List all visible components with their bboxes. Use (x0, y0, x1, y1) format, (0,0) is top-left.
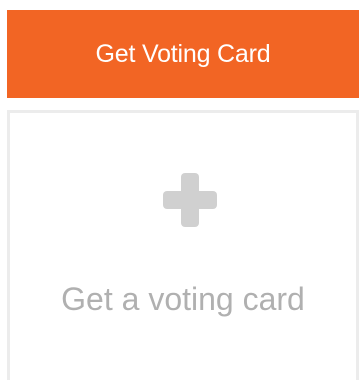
tile-label: Get a voting card (61, 281, 305, 317)
page: Get Voting Card Get a voting card (0, 0, 359, 380)
get-voting-card-tile[interactable]: Get a voting card (7, 110, 359, 380)
plus-icon (159, 169, 221, 231)
get-voting-card-button[interactable]: Get Voting Card (7, 10, 359, 98)
